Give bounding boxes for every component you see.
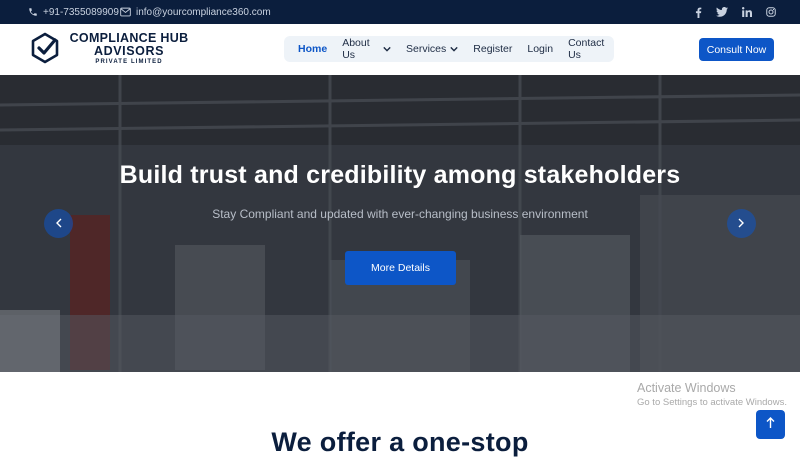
scroll-to-top-button[interactable] xyxy=(756,410,785,439)
nav-label: Home xyxy=(298,43,328,55)
top-bar: +91-7355089909 info@yourcompliance360.co… xyxy=(0,0,800,24)
nav-item-contact-us[interactable]: Contact Us xyxy=(568,37,614,61)
brand-logo[interactable]: COMPLIANCE HUB ADVISORS PRIVATE LIMITED xyxy=(30,32,190,68)
brand-line-3: PRIVATE LIMITED xyxy=(95,59,163,65)
main-nav: Home About Us Services Register Login Co… xyxy=(284,36,614,62)
slider-prev-button[interactable] xyxy=(44,209,73,238)
phone-contact[interactable]: +91-7355089909 xyxy=(28,0,119,24)
nav-item-register[interactable]: Register xyxy=(473,43,512,55)
hero-overlay xyxy=(0,75,800,372)
nav-label: Services xyxy=(406,43,447,55)
nav-item-about-us[interactable]: About Us xyxy=(342,37,391,61)
email-address: info@yourcompliance360.com xyxy=(136,6,271,18)
phone-number: +91-7355089909 xyxy=(43,6,119,18)
instagram-icon[interactable] xyxy=(766,7,776,17)
chevron-left-icon xyxy=(55,215,62,233)
slider-next-button[interactable] xyxy=(727,209,756,238)
social-links xyxy=(695,0,776,24)
watermark-title: Activate Windows xyxy=(637,381,736,395)
chevron-down-icon xyxy=(450,43,458,55)
brand-name: COMPLIANCE HUB ADVISORS PRIVATE LIMITED xyxy=(64,32,194,67)
hero-subtitle: Stay Compliant and updated with ever-cha… xyxy=(212,207,588,221)
watermark-subtitle: Go to Settings to activate Windows. xyxy=(637,397,787,408)
nav-item-home[interactable]: Home xyxy=(298,43,327,55)
nav-item-login[interactable]: Login xyxy=(527,43,553,55)
nav-label: Contact Us xyxy=(568,37,605,61)
envelope-icon xyxy=(120,7,131,17)
twitter-icon[interactable] xyxy=(716,7,728,17)
brand-line-2: ADVISORS xyxy=(93,44,165,58)
checkmark-hexagon-icon xyxy=(31,32,59,64)
linkedin-icon[interactable] xyxy=(742,7,752,17)
section-heading: We offer a one-stop xyxy=(271,427,529,457)
activate-windows-watermark: Activate Windows Go to Settings to activ… xyxy=(637,381,787,410)
nav-label: About Us xyxy=(342,37,370,61)
more-details-button[interactable]: More Details xyxy=(345,251,456,285)
nav-item-services[interactable]: Services xyxy=(406,43,458,55)
facebook-icon[interactable] xyxy=(695,7,702,18)
consult-now-button[interactable]: Consult Now xyxy=(699,38,774,61)
nav-label: Register xyxy=(473,43,513,55)
arrow-up-icon xyxy=(766,416,775,434)
site-header: COMPLIANCE HUB ADVISORS PRIVATE LIMITED … xyxy=(0,24,800,75)
chevron-right-icon xyxy=(738,215,745,233)
chevron-down-icon xyxy=(383,43,391,55)
hero-slider: Build trust and credibility among stakeh… xyxy=(0,75,800,372)
phone-icon xyxy=(28,7,38,17)
nav-label: Login xyxy=(527,43,554,55)
email-contact[interactable]: info@yourcompliance360.com xyxy=(120,0,271,24)
hero-title: Build trust and credibility among stakeh… xyxy=(119,161,681,189)
